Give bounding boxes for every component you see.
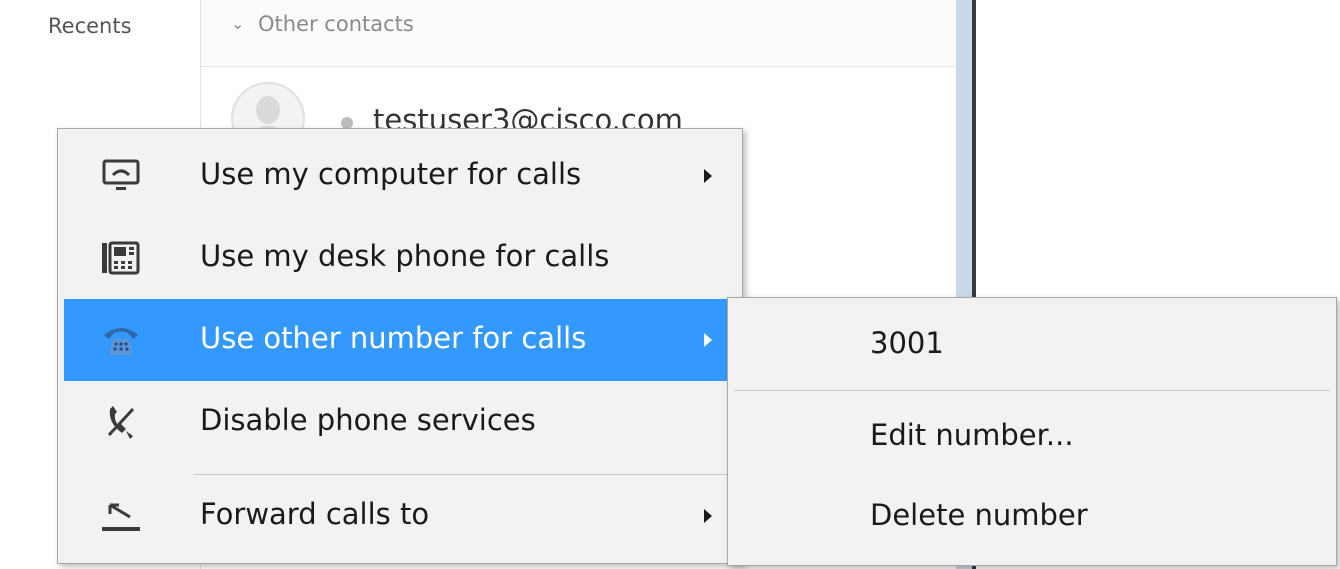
submenu-item-label: 3001 [870,326,944,360]
menu-item-disable-phone-services[interactable]: Disable phone services [64,381,736,463]
calling-options-menu: Use my computer for calls Use my desk ph… [57,128,743,564]
other-contacts-group-header[interactable]: ⌄ Other contacts [201,0,957,67]
menu-item-label: Disable phone services [200,403,536,437]
submenu-arrow-icon [704,509,712,523]
menu-item-label: Use my computer for calls [200,157,582,191]
submenu-item-label: Edit number... [870,418,1074,452]
chevron-down-icon: ⌄ [231,14,245,33]
menu-item-forward-calls[interactable]: Forward calls to [64,475,736,557]
submenu-item-number[interactable]: 3001 [734,304,1330,384]
menu-item-label: Use my desk phone for calls [200,239,610,273]
desk-phone-icon [102,241,140,275]
submenu-item-delete-number[interactable]: Delete number [734,476,1330,556]
submenu-arrow-icon [704,169,712,183]
avatar-head-shape [256,96,280,124]
submenu-item-edit-number[interactable]: Edit number... [734,396,1330,476]
call-forward-icon [102,503,140,531]
group-label: Other contacts [258,12,414,36]
menu-item-label: Forward calls to [200,497,430,531]
submenu-item-label: Delete number [870,498,1088,532]
phone-disabled-icon [107,406,135,439]
submenu-arrow-icon [704,333,712,347]
computer-monitor-icon [102,159,140,190]
other-number-submenu: 3001 Edit number... Delete number [727,297,1337,566]
menu-item-use-other-number[interactable]: Use other number for calls [64,299,736,381]
recents-label[interactable]: Recents [48,14,132,38]
menu-item-label: Use other number for calls [200,321,587,355]
telephone-icon [104,328,138,355]
submenu-separator [734,390,1330,391]
menu-item-use-desk-phone[interactable]: Use my desk phone for calls [64,217,736,299]
menu-item-use-computer[interactable]: Use my computer for calls [64,135,736,217]
